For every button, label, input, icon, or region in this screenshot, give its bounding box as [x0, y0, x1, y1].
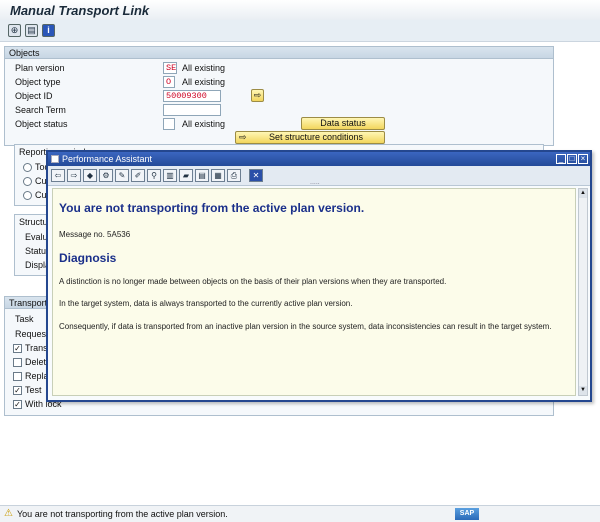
data-status-button[interactable]: Data status — [301, 117, 385, 130]
set-structure-conditions-button[interactable]: ⇨ Set structure conditions — [235, 131, 385, 144]
document-icon[interactable]: ▥ — [163, 169, 177, 182]
object-type-field[interactable]: O — [163, 76, 175, 88]
popup-content: You are not transporting from the active… — [52, 188, 576, 396]
object-status-field[interactable] — [163, 118, 175, 130]
variant-icon[interactable]: ▤ — [25, 24, 38, 37]
window-icon — [51, 155, 59, 163]
drag-handle[interactable]: ..... — [310, 179, 320, 186]
plan-version-desc: All existing — [182, 63, 226, 73]
plan-version-label: Plan version — [15, 63, 65, 73]
forward-icon[interactable]: ⇨ — [67, 169, 81, 182]
warning-icon: ⚠ — [4, 508, 13, 519]
minimize-icon[interactable]: _ — [556, 154, 566, 164]
reporting-radio-2[interactable] — [23, 177, 32, 186]
close-icon[interactable]: × — [578, 154, 588, 164]
maximize-icon[interactable]: □ — [567, 154, 577, 164]
reporting-radio-1[interactable] — [23, 163, 32, 172]
request-label: Request — [15, 329, 49, 339]
vertical-scrollbar[interactable]: ▲ ▼ — [578, 188, 588, 396]
search-icon[interactable]: ⚲ — [147, 169, 161, 182]
object-status-label: Object status — [15, 119, 68, 129]
sap-logo: SAP — [455, 508, 479, 520]
scroll-down-icon[interactable]: ▼ — [579, 386, 587, 395]
test-check-label: Test — [25, 385, 42, 395]
pencil-icon[interactable]: ✐ — [131, 169, 145, 182]
title-bar: Manual Transport Link — [0, 0, 600, 20]
diagnosis-heading: Diagnosis — [59, 251, 117, 265]
structure-icon[interactable]: ⚙ — [99, 169, 113, 182]
message-number: Message no. 5A536 — [59, 230, 131, 239]
objects-group: Objects Plan version SE All existing Obj… — [4, 46, 554, 146]
object-id-field[interactable]: 50009300 — [163, 90, 221, 102]
diagnosis-paragraph-2: In the target system, data is always tra… — [59, 299, 353, 308]
set-structure-label: Set structure conditions — [268, 132, 364, 142]
edit-icon[interactable]: ✎ — [115, 169, 129, 182]
info-page-icon[interactable]: ▤ — [195, 169, 209, 182]
delete-checkbox[interactable] — [13, 358, 22, 367]
diagnosis-paragraph-1: A distinction is no longer made between … — [59, 277, 447, 286]
print-icon[interactable]: ⎙ — [227, 169, 241, 182]
scroll-up-icon[interactable]: ▲ — [579, 189, 587, 198]
objects-header: Objects — [5, 47, 553, 59]
object-type-label: Object type — [15, 77, 61, 87]
with-lock-checkbox[interactable]: ✓ — [13, 400, 22, 409]
object-status-desc: All existing — [182, 119, 226, 129]
popup-toolbar: ⇦ ⇨ ◆ ⚙ ✎ ✐ ⚲ ▥ ▰ ▤ ▦ ⎙ ✕ ..... — [48, 166, 590, 186]
multiple-selection-icon[interactable]: ⇨ — [251, 89, 264, 102]
object-id-label: Object ID — [15, 91, 53, 101]
performance-assistant-window: Performance Assistant _ □ × ⇦ ⇨ ◆ ⚙ ✎ ✐ … — [46, 150, 592, 402]
status-message: You are not transporting from the active… — [17, 509, 228, 519]
info-icon[interactable]: i — [42, 24, 55, 37]
test-checkbox[interactable]: ✓ — [13, 386, 22, 395]
popup-title-bar[interactable]: Performance Assistant _ □ × — [48, 152, 590, 166]
replace-checkbox[interactable] — [13, 372, 22, 381]
popup-title: Performance Assistant — [62, 154, 153, 164]
execute-icon[interactable]: ⊕ — [8, 24, 21, 37]
reporting-radio-3[interactable] — [23, 191, 32, 200]
message-heading: You are not transporting from the active… — [59, 201, 365, 215]
flag-icon[interactable]: ▰ — [179, 169, 193, 182]
transport-checkbox[interactable]: ✓ — [13, 344, 22, 353]
status-bar: ⚠ You are not transporting from the acti… — [0, 505, 600, 522]
object-type-desc: All existing — [182, 77, 226, 87]
search-term-label: Search Term — [15, 105, 66, 115]
back-icon[interactable]: ⇦ — [51, 169, 65, 182]
plan-version-field[interactable]: SE — [163, 62, 177, 74]
window-title: Manual Transport Link — [10, 3, 150, 18]
book-icon[interactable]: ◆ — [83, 169, 97, 182]
task-label: Task — [15, 314, 34, 324]
application-toolbar: ⊕ ▤ i — [0, 20, 600, 42]
arrow-right-icon: ⇨ — [239, 132, 247, 142]
close-popup-icon[interactable]: ✕ — [249, 169, 263, 182]
save-icon[interactable]: ▦ — [211, 169, 225, 182]
search-term-field[interactable] — [163, 104, 221, 116]
diagnosis-paragraph-3: Consequently, if data is transported fro… — [59, 322, 552, 331]
